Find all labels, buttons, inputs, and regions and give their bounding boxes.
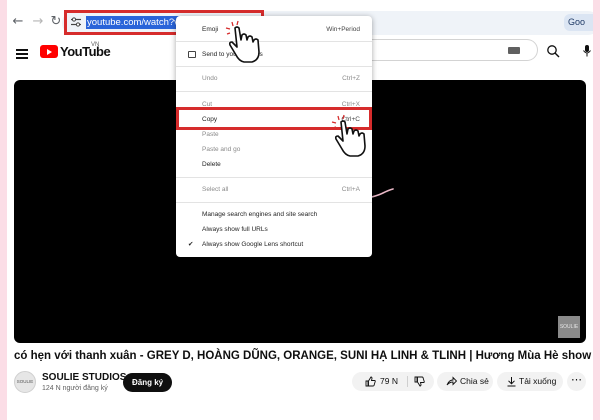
more-actions-button[interactable]: ⋯: [567, 372, 586, 391]
thumbs-up-icon[interactable]: [365, 376, 376, 387]
menu-item-label: Undo: [202, 75, 218, 82]
menu-item-manage-search-engines[interactable]: Manage search engines and site search: [176, 208, 372, 221]
menu-item-shortcut: Ctrl+Z: [342, 75, 360, 82]
pill-divider: [407, 376, 408, 387]
menu-item-label: Select all: [202, 186, 229, 193]
share-button[interactable]: Chia sẻ: [437, 372, 493, 391]
download-icon: [507, 377, 516, 387]
menu-item-show-full-urls[interactable]: Always show full URLs: [176, 223, 372, 236]
channel-avatar[interactable]: SOULIE: [14, 371, 36, 393]
subscriber-count: 124 N người đăng ký: [42, 385, 108, 392]
forward-arrow-icon[interactable]: →: [28, 12, 48, 32]
menu-item-label: Manage search engines and site search: [202, 211, 318, 218]
menu-separator: [176, 41, 372, 42]
menu-separator: [176, 177, 372, 178]
menu-item-shortcut: Ctrl+A: [341, 186, 360, 193]
like-dislike-group: 79 N: [352, 372, 434, 391]
subscribe-button[interactable]: Đăng ký: [123, 373, 173, 392]
menu-separator: [176, 202, 372, 203]
menu-item-delete[interactable]: Delete: [176, 158, 372, 171]
video-title: có hẹn với thanh xuân - GREY D, HOÀNG DŨ…: [14, 350, 600, 362]
menu-separator: [176, 91, 372, 92]
channel-name[interactable]: SOULIE STUDIOS: [42, 372, 126, 383]
download-label: Tải xuống: [519, 376, 557, 386]
menu-icon[interactable]: [16, 49, 28, 59]
devices-icon: [188, 51, 196, 58]
menu-item-show-lens-shortcut[interactable]: ✔ Always show Google Lens shortcut: [176, 238, 372, 251]
channel-watermark: SOULIE: [558, 316, 580, 338]
menu-item-select-all[interactable]: Select all Ctrl+A: [176, 183, 372, 196]
region-label: VN: [91, 42, 100, 48]
menu-item-label: Always show Google Lens shortcut: [202, 241, 304, 248]
search-icon[interactable]: [546, 44, 560, 58]
menu-item-label: Always show full URLs: [202, 226, 268, 233]
share-label: Chia sẻ: [460, 376, 489, 386]
menu-item-undo[interactable]: Undo Ctrl+Z: [176, 72, 372, 85]
youtube-logo-icon[interactable]: [40, 45, 58, 58]
back-arrow-icon[interactable]: ←: [8, 12, 28, 32]
menu-item-label: Emoji: [202, 26, 219, 33]
google-lens-label: Goo: [568, 17, 586, 27]
hand-pointer-icon: [225, 20, 260, 63]
keyboard-icon[interactable]: [508, 47, 520, 54]
menu-item-shortcut: Win+Period: [326, 26, 360, 33]
frame-border-left: [0, 0, 7, 420]
youtube-logo-text[interactable]: YouTube: [60, 44, 111, 59]
frame-border-right: [593, 0, 600, 420]
like-count[interactable]: 79 N: [380, 372, 398, 391]
hand-pointer-icon: [331, 114, 366, 157]
microphone-icon[interactable]: [580, 44, 594, 58]
menu-item-label: Delete: [202, 161, 221, 168]
browser-window: ← → ↻ youtube.com/watch?v=CtF Goo YouTub…: [0, 0, 600, 420]
menu-item-label: Paste and go: [202, 146, 241, 153]
share-icon: [446, 376, 457, 386]
thumbs-down-icon[interactable]: [414, 376, 425, 387]
menu-item-send-to-devices[interactable]: Send to your devices: [176, 48, 372, 61]
menu-item-emoji[interactable]: Emoji Win+Period: [176, 23, 372, 36]
download-button[interactable]: Tải xuống: [497, 372, 563, 391]
menu-separator: [176, 66, 372, 67]
checkmark-icon: ✔: [188, 240, 194, 248]
